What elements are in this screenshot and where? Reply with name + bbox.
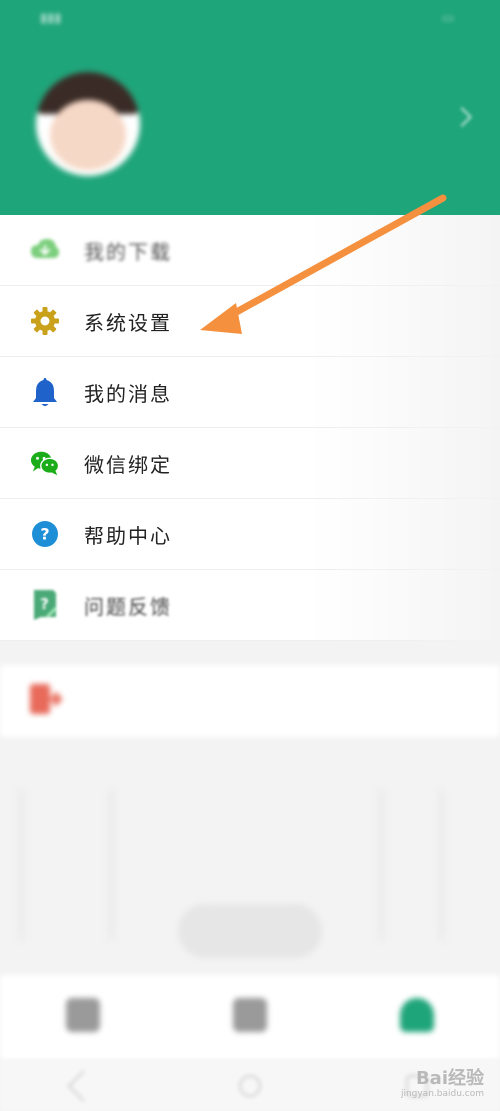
help-circle-icon: ? (30, 519, 60, 549)
nav-item-grid[interactable] (215, 997, 285, 1038)
menu-item-label: 帮助中心 (84, 523, 172, 548)
bell-icon (30, 377, 60, 407)
menu-item-label: 问题反馈 (84, 594, 172, 619)
menu-item-label: 我的下载 (84, 239, 172, 264)
svg-text:?: ? (40, 525, 49, 544)
home-button-icon[interactable] (238, 1074, 261, 1097)
feedback-icon: ? (30, 590, 60, 620)
home-icon (66, 997, 101, 1032)
menu-item-messages[interactable]: 我的消息 (0, 357, 500, 428)
menu-item-downloads[interactable]: 我的下载 (0, 215, 500, 286)
watermark-sub: jingyan.baidu.com (400, 1089, 484, 1099)
menu-item-label: 我的消息 (84, 381, 172, 406)
wechat-icon (30, 448, 60, 478)
gear-icon (30, 306, 60, 336)
profile-header: ▮▮▮ ▭ (0, 0, 500, 215)
menu-item-label: 系统设置 (84, 310, 172, 335)
signal-icon: ▮▮▮ (40, 10, 62, 26)
nav-item-profile[interactable] (382, 997, 452, 1038)
avatar-face (50, 100, 126, 170)
svg-text:?: ? (40, 595, 49, 613)
cloud-download-icon (30, 235, 60, 265)
bottom-nav (0, 975, 500, 1060)
menu-item-label: 微信绑定 (84, 452, 172, 477)
chevron-right-icon[interactable] (452, 107, 472, 127)
battery-icon: ▭ (441, 10, 454, 26)
logout-row[interactable] (0, 665, 500, 737)
status-bar: ▮▮▮ ▭ (0, 0, 500, 36)
nav-item-home[interactable] (48, 997, 118, 1038)
back-icon[interactable] (67, 1069, 99, 1102)
toast (178, 904, 322, 958)
logout-icon (28, 682, 63, 720)
menu-item-settings[interactable]: 系统设置 (0, 286, 500, 357)
menu-item-feedback[interactable]: ? 问题反馈 (0, 570, 500, 641)
grid-icon (232, 997, 267, 1032)
status-bar-left: ▮▮▮ (40, 11, 67, 26)
person-icon (399, 997, 434, 1032)
watermark-main: Bai经验 (415, 1068, 484, 1089)
avatar[interactable] (36, 72, 140, 176)
menu-item-wechat[interactable]: 微信绑定 (0, 428, 500, 499)
menu-list: 我的下载 系统设置 我的消息 微信绑定 ? 帮助中心 ? 问题反馈 (0, 215, 500, 641)
menu-item-help[interactable]: ? 帮助中心 (0, 499, 500, 570)
status-bar-right: ▭ (442, 11, 460, 26)
watermark: Bai经验 jingyan.baidu.com (401, 1070, 484, 1099)
